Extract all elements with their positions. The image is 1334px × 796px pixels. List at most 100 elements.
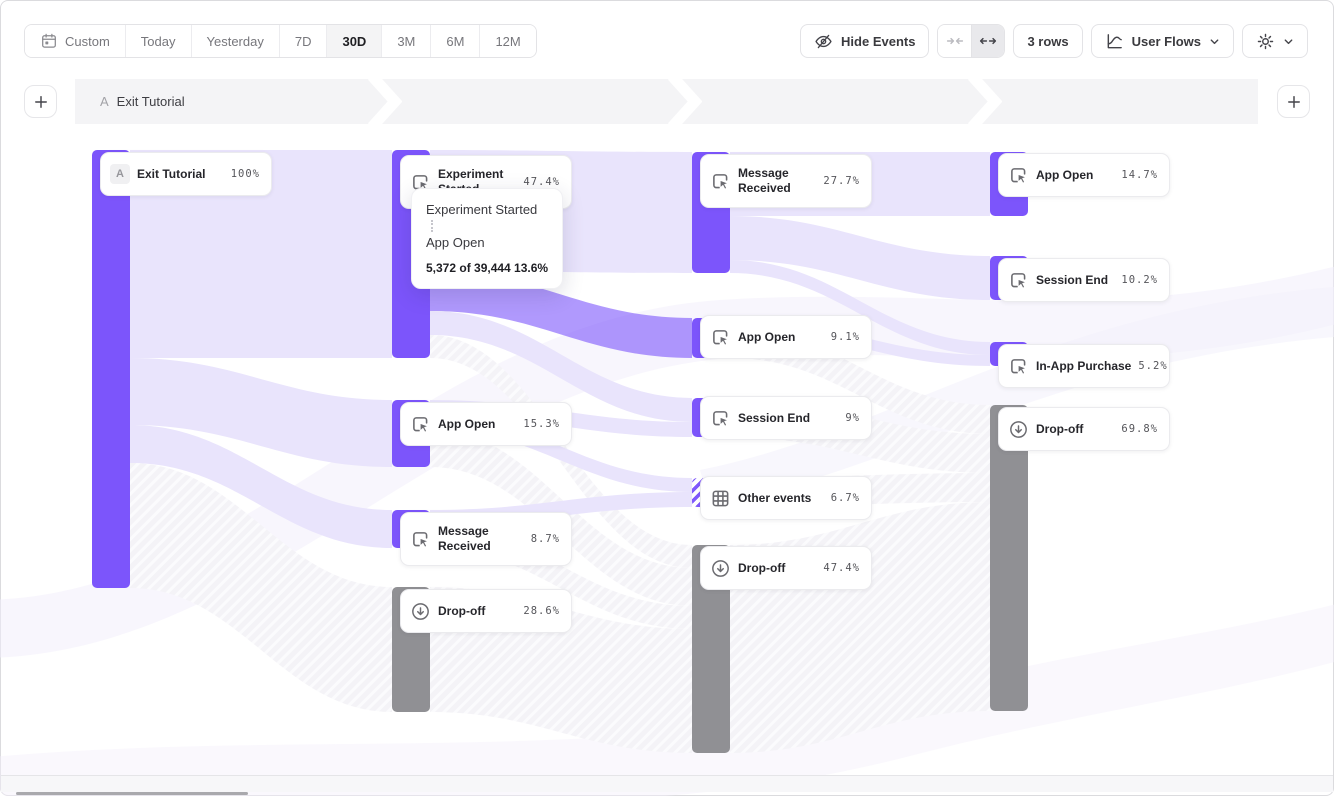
calendar-icon — [40, 32, 58, 50]
collapse-columns-button[interactable] — [938, 25, 971, 57]
cursor-click-icon — [710, 171, 731, 192]
node-drop-off-step-2[interactable]: Drop-off 28.6% — [400, 589, 572, 633]
date-range-6m[interactable]: 6M — [431, 25, 480, 57]
node-percentage: 9% — [845, 412, 860, 424]
step-letter-badge: A — [110, 164, 130, 184]
node-app-open-step-2[interactable]: App Open15.3% — [400, 402, 572, 446]
badge-letter: A — [110, 164, 130, 184]
node-drop-off-step-3[interactable]: Drop-off 47.4% — [700, 546, 872, 590]
node-drop-off-step-4[interactable]: Drop-off 69.8% — [998, 407, 1170, 451]
cursor-click-icon — [410, 414, 431, 435]
chevron-down-icon — [1283, 36, 1294, 47]
date-range-today[interactable]: Today — [126, 25, 192, 57]
node-label: Session End — [738, 411, 838, 426]
spacing-toggle-group — [937, 24, 1005, 58]
date-range-label: Custom — [65, 34, 110, 49]
node-percentage: 47.4% — [823, 562, 860, 574]
eye-off-icon — [814, 32, 833, 51]
node-exit-tutorial-step-1[interactable]: A Exit Tutorial 100% — [100, 152, 272, 196]
node-percentage: 14.7% — [1121, 169, 1158, 181]
node-other-events-step-3[interactable]: Other events 6.7% — [700, 476, 872, 520]
node-session-end-step-4[interactable]: Session End10.2% — [998, 258, 1170, 302]
node-app-open-step-3[interactable]: App Open 9.1% — [700, 315, 872, 359]
rows-button[interactable]: 3 rows — [1013, 24, 1082, 58]
date-range-label: 12M — [495, 34, 520, 49]
user-flows-app: AExit Tutorial100%Experiment Started47.4… — [0, 0, 1334, 796]
node-label: Drop-off — [438, 604, 516, 619]
flow-link-purple[interactable] — [730, 216, 990, 300]
node-percentage: 47.4% — [523, 176, 560, 188]
step-letter: A — [100, 94, 109, 109]
footer-strip — [1, 775, 1333, 792]
node-session-end-step-3[interactable]: Session End 9% — [700, 396, 872, 440]
node-message-received-step-3[interactable]: Message Received27.7% — [700, 154, 872, 208]
cursor-click-icon — [1008, 165, 1029, 186]
settings-button[interactable] — [1242, 24, 1308, 58]
bar-exit-tutorial-step-1[interactable] — [92, 150, 130, 588]
date-range-label: Yesterday — [207, 34, 264, 49]
chevron-down-icon — [1209, 36, 1220, 47]
date-range-custom[interactable]: Custom — [25, 25, 126, 57]
node-message-received-step-2[interactable]: Message Received8.7% — [400, 512, 572, 566]
node-percentage: 28.6% — [523, 605, 560, 617]
node-percentage: 27.7% — [823, 175, 860, 187]
tooltip-connector — [431, 220, 433, 232]
node-app-open-step-4[interactable]: App Open14.7% — [998, 153, 1170, 197]
tooltip-target-event: App Open — [426, 235, 548, 250]
expand-columns-button[interactable] — [971, 25, 1004, 57]
node-percentage: 15.3% — [523, 418, 560, 430]
date-range-label: 7D — [295, 34, 312, 49]
step-1-label[interactable]: A Exit Tutorial — [100, 79, 185, 124]
plus-icon — [32, 93, 50, 111]
date-range-label: 30D — [342, 34, 366, 49]
expand-arrows-icon — [979, 32, 997, 50]
cursor-click-icon — [1008, 270, 1029, 291]
date-range-12m[interactable]: 12M — [480, 25, 535, 57]
dropoff-icon — [1008, 419, 1029, 440]
step-title: Exit Tutorial — [117, 94, 185, 109]
node-percentage: 100% — [231, 168, 260, 180]
collapse-arrows-icon — [946, 32, 964, 50]
flow-chart-icon — [1105, 32, 1124, 51]
date-range-30d[interactable]: 30D — [327, 25, 382, 57]
node-label: Other events — [738, 491, 824, 506]
step-separator-chevron — [968, 79, 1002, 124]
node-percentage: 8.7% — [531, 533, 560, 545]
add-step-before-button[interactable] — [24, 85, 57, 118]
node-label: App Open — [738, 330, 824, 345]
node-label: Exit Tutorial — [137, 167, 224, 182]
date-range-3m[interactable]: 3M — [382, 25, 431, 57]
step-separator-chevron — [368, 79, 402, 124]
node-label: In-App Purchase — [1036, 359, 1131, 374]
gear-icon — [1256, 32, 1275, 51]
tooltip-stats: 5,372 of 39,444 13.6% — [426, 261, 548, 275]
horizontal-scrollbar[interactable] — [16, 792, 248, 795]
date-range-label: Today — [141, 34, 176, 49]
steps-bar[interactable]: A Exit Tutorial — [75, 79, 1258, 124]
date-range-yesterday[interactable]: Yesterday — [192, 25, 280, 57]
view-selector-label: User Flows — [1132, 34, 1201, 49]
node-percentage: 10.2% — [1121, 274, 1158, 286]
node-percentage: 6.7% — [831, 492, 860, 504]
view-selector-button[interactable]: User Flows — [1091, 24, 1234, 58]
hide-events-label: Hide Events — [841, 34, 915, 49]
node-percentage: 69.8% — [1121, 423, 1158, 435]
cursor-click-icon — [410, 529, 431, 550]
dropoff-icon — [710, 558, 731, 579]
cursor-click-icon — [1008, 356, 1029, 377]
node-label: Drop-off — [738, 561, 816, 576]
toolbar-right: Hide Events — [800, 24, 1308, 58]
dropoff-icon — [410, 601, 431, 622]
date-range-label: 6M — [446, 34, 464, 49]
hide-events-button[interactable]: Hide Events — [800, 24, 929, 58]
node-percentage: 9.1% — [831, 331, 860, 343]
node-label: Drop-off — [1036, 422, 1114, 437]
grid-icon — [710, 488, 731, 509]
add-step-after-button[interactable] — [1277, 85, 1310, 118]
rows-label: 3 rows — [1027, 34, 1068, 49]
date-range-7d[interactable]: 7D — [280, 25, 328, 57]
cursor-click-icon — [710, 408, 731, 429]
node-in-app-purchase-step-4[interactable]: In-App Purchase5.2% — [998, 344, 1170, 388]
step-separator-chevron — [668, 79, 702, 124]
steps-header: A Exit Tutorial — [0, 79, 1334, 125]
